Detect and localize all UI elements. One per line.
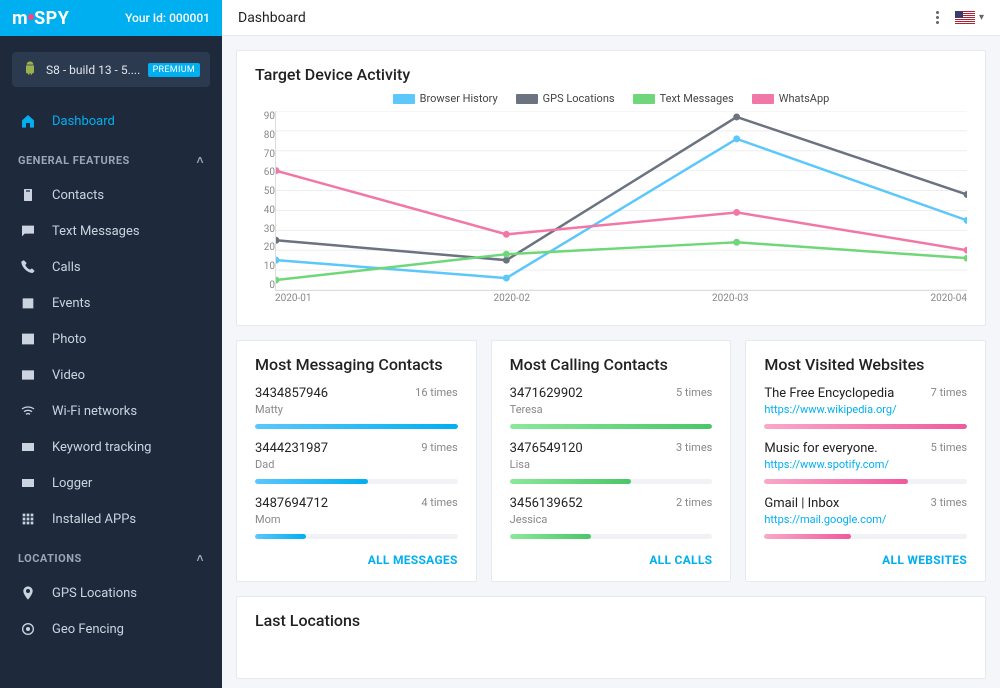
legend-item[interactable]: Browser History bbox=[393, 92, 498, 105]
logo-bar: mSPY Your Id: 000001 bbox=[0, 0, 222, 36]
section-locations[interactable]: LOCATIONS ˄ bbox=[0, 541, 222, 575]
nav-video[interactable]: Video bbox=[0, 357, 222, 393]
plot-area bbox=[275, 111, 967, 291]
activity-chart-card: Target Device Activity Browser History G… bbox=[236, 50, 986, 326]
visited-websites-card: Most Visited Websites The Free Encyclope… bbox=[745, 340, 986, 582]
messaging-contacts-card: Most Messaging Contacts 3434857946Matty1… bbox=[236, 340, 477, 582]
content-area: Target Device Activity Browser History G… bbox=[222, 36, 1000, 688]
grid-icon bbox=[18, 511, 38, 527]
legend-item[interactable]: WhatsApp bbox=[752, 92, 830, 105]
nav-wifi[interactable]: Wi-Fi networks bbox=[0, 393, 222, 429]
all-calls-link[interactable]: ALL CALLS bbox=[510, 553, 713, 567]
list-item[interactable]: 3487694712Mom4 times bbox=[255, 496, 458, 539]
nav-geo-fencing[interactable]: Geo Fencing bbox=[0, 611, 222, 647]
list-item[interactable]: The Free Encyclopediahttps://www.wikiped… bbox=[764, 386, 967, 429]
nav-calls[interactable]: Calls bbox=[0, 249, 222, 285]
x-axis: 2020-012020-022020-032020-04 bbox=[275, 293, 967, 311]
nav-dashboard[interactable]: Dashboard bbox=[0, 103, 222, 139]
nav-label: Dashboard bbox=[52, 114, 115, 129]
phone-icon bbox=[18, 259, 38, 275]
nav-contacts[interactable]: Contacts bbox=[0, 177, 222, 213]
us-flag-icon bbox=[955, 11, 975, 24]
sidebar: mSPY Your Id: 000001 S8 - build 13 - 5..… bbox=[0, 0, 222, 688]
nav-text-messages[interactable]: Text Messages bbox=[0, 213, 222, 249]
list-item[interactable]: 3434857946Matty16 times bbox=[255, 386, 458, 429]
activity-chart: 9080706050403020100 2020-012020-022020-0… bbox=[275, 111, 967, 311]
message-icon bbox=[18, 223, 38, 239]
nav-photo[interactable]: Photo bbox=[0, 321, 222, 357]
all-websites-link[interactable]: ALL WEBSITES bbox=[764, 553, 967, 567]
chevron-down-icon: ▾ bbox=[979, 12, 984, 23]
nav-installed-apps[interactable]: Installed APPs bbox=[0, 501, 222, 537]
page-title: Dashboard bbox=[238, 10, 306, 26]
last-locations-card: Last Locations bbox=[236, 596, 986, 679]
card-title: Most Messaging Contacts bbox=[255, 355, 458, 374]
device-selector[interactable]: S8 - build 13 - 5.... PREMIUM bbox=[12, 52, 210, 87]
nav-logger[interactable]: Logger bbox=[0, 465, 222, 501]
home-icon bbox=[18, 113, 38, 129]
nav-keyword-tracking[interactable]: Keyword tracking bbox=[0, 429, 222, 465]
keyboard-icon bbox=[18, 439, 38, 455]
user-id: Your Id: 000001 bbox=[125, 11, 210, 25]
section-general-features[interactable]: GENERAL FEATURES ˄ bbox=[0, 143, 222, 177]
video-icon bbox=[18, 367, 38, 383]
calling-contacts-card: Most Calling Contacts 3471629902Teresa5 … bbox=[491, 340, 732, 582]
pin-icon bbox=[18, 585, 38, 601]
keyboard-icon bbox=[18, 475, 38, 491]
image-icon bbox=[18, 331, 38, 347]
card-title: Most Visited Websites bbox=[764, 355, 967, 374]
card-title: Most Calling Contacts bbox=[510, 355, 713, 374]
card-title: Last Locations bbox=[255, 611, 967, 630]
list-item[interactable]: 3444231987Dad9 times bbox=[255, 441, 458, 484]
card-title: Target Device Activity bbox=[255, 65, 967, 84]
premium-badge: PREMIUM bbox=[148, 63, 200, 77]
target-icon bbox=[18, 621, 38, 637]
android-icon bbox=[22, 60, 38, 79]
calendar-icon bbox=[18, 295, 38, 311]
list-item[interactable]: 3476549120Lisa3 times bbox=[510, 441, 713, 484]
brand-logo: mSPY bbox=[12, 8, 69, 29]
more-menu-button[interactable] bbox=[932, 7, 943, 28]
chevron-up-icon: ˄ bbox=[196, 153, 204, 167]
language-selector[interactable]: ▾ bbox=[955, 11, 984, 24]
all-messages-link[interactable]: ALL MESSAGES bbox=[255, 553, 458, 567]
chevron-up-icon: ˄ bbox=[196, 551, 204, 565]
device-name: S8 - build 13 - 5.... bbox=[46, 63, 140, 77]
list-item[interactable]: 3471629902Teresa5 times bbox=[510, 386, 713, 429]
topbar: Dashboard ▾ bbox=[222, 0, 1000, 36]
y-axis: 9080706050403020100 bbox=[255, 111, 275, 291]
chart-legend: Browser History GPS Locations Text Messa… bbox=[255, 92, 967, 105]
nav-gps-locations[interactable]: GPS Locations bbox=[0, 575, 222, 611]
list-item[interactable]: Music for everyone.https://www.spotify.c… bbox=[764, 441, 967, 484]
list-item[interactable]: Gmail | Inboxhttps://mail.google.com/3 t… bbox=[764, 496, 967, 539]
clipboard-icon bbox=[18, 187, 38, 203]
legend-item[interactable]: GPS Locations bbox=[516, 92, 615, 105]
list-item[interactable]: 3456139652Jessica2 times bbox=[510, 496, 713, 539]
nav-events[interactable]: Events bbox=[0, 285, 222, 321]
main: Dashboard ▾ Target Device Activity Brows… bbox=[222, 0, 1000, 688]
wifi-icon bbox=[18, 403, 38, 419]
legend-item[interactable]: Text Messages bbox=[633, 92, 734, 105]
